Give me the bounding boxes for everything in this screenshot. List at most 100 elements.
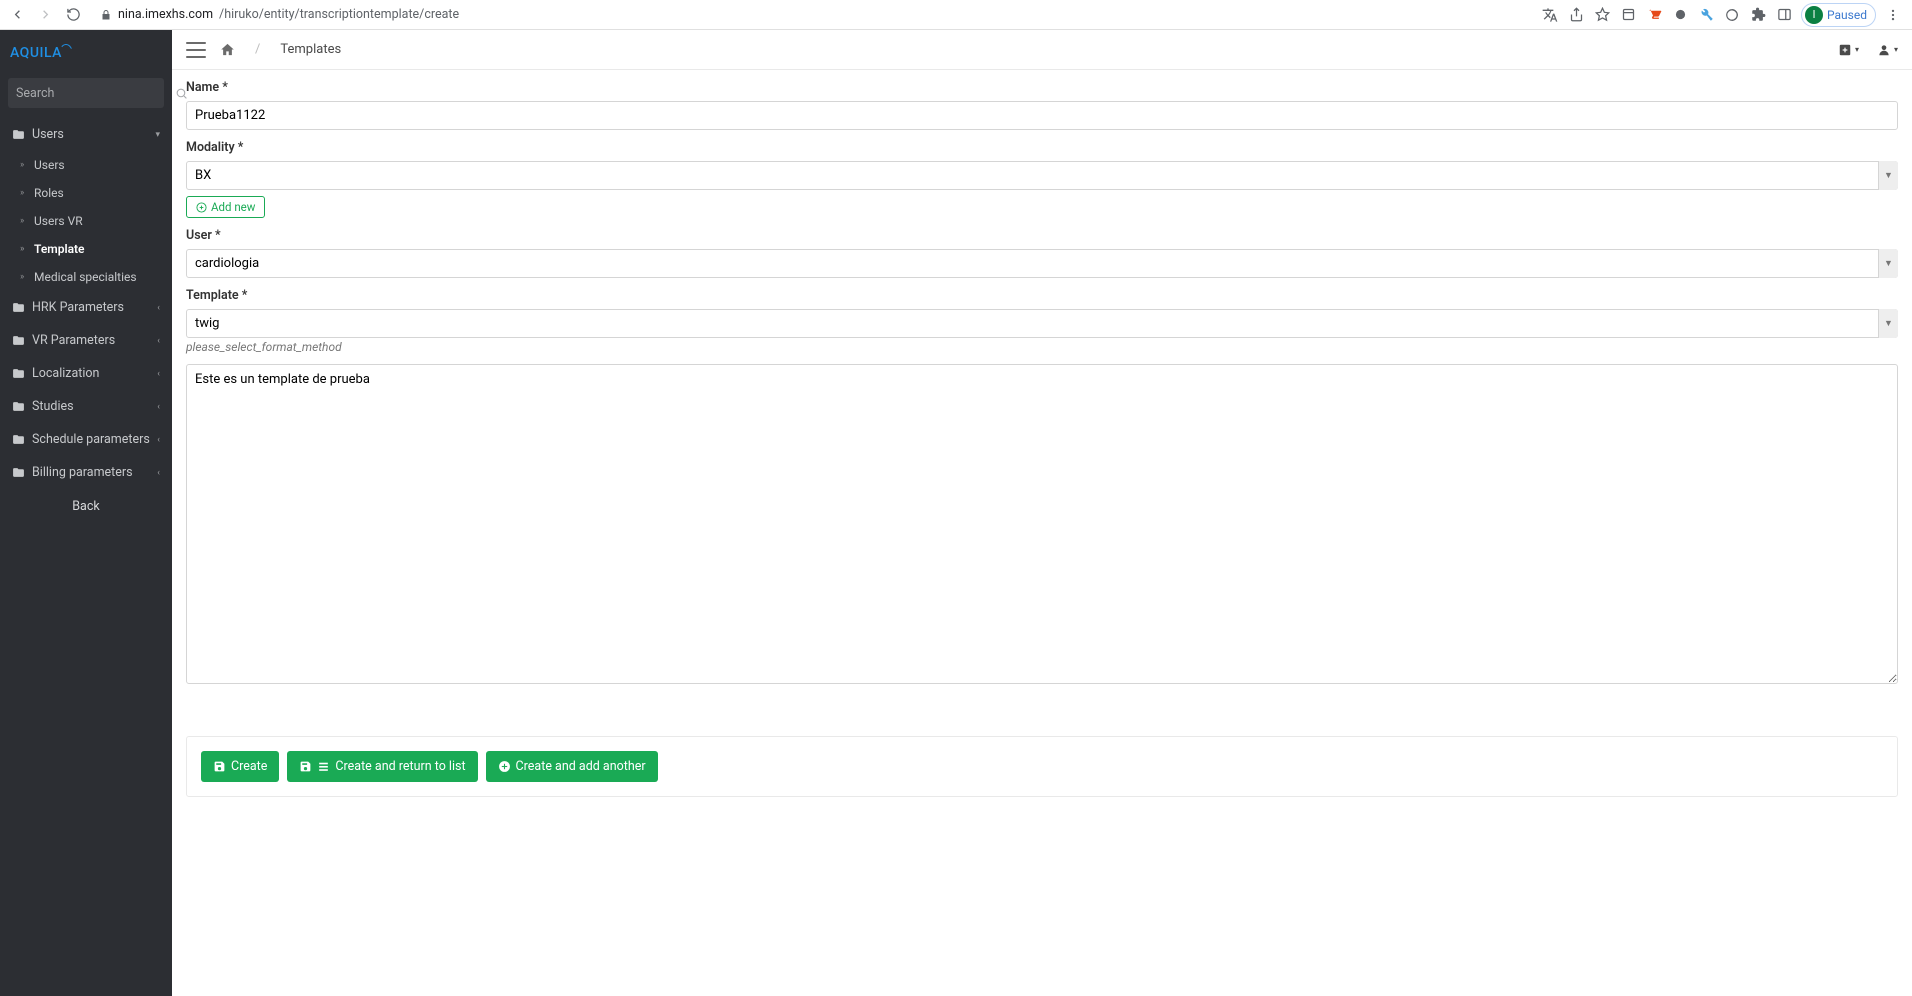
create-button[interactable]: Create bbox=[201, 751, 279, 782]
sidebar-search[interactable] bbox=[8, 78, 164, 108]
hamburger-menu-icon[interactable] bbox=[186, 42, 206, 58]
add-new-button[interactable]: Add new bbox=[186, 196, 265, 218]
folder-icon bbox=[12, 301, 28, 314]
chevron-right-icon: » bbox=[20, 188, 34, 198]
caret-down-icon: ▾ bbox=[1855, 45, 1859, 54]
create-return-button[interactable]: Create and return to list bbox=[287, 751, 477, 782]
nav-label: Localization bbox=[32, 366, 99, 381]
bookmark-star-icon[interactable] bbox=[1593, 6, 1611, 24]
sidebar-item-label: Template bbox=[34, 242, 85, 256]
nav-group-hrk-parameters[interactable]: HRK Parameters ‹ bbox=[0, 291, 172, 324]
sidebar-back-button[interactable]: Back bbox=[0, 489, 172, 524]
caret-down-icon: ▾ bbox=[1894, 45, 1898, 54]
nav-label: Studies bbox=[32, 399, 74, 414]
nav-group-users[interactable]: Users ▾ bbox=[0, 118, 172, 151]
user-select[interactable] bbox=[186, 249, 1898, 278]
folder-icon bbox=[12, 367, 28, 380]
nav-back-icon[interactable] bbox=[6, 4, 28, 26]
nav-label: Schedule parameters bbox=[32, 432, 150, 447]
sidebar-item-label: Users VR bbox=[34, 214, 83, 228]
folder-icon bbox=[12, 128, 28, 141]
address-bar[interactable]: nina.imexhs.com/hiruko/entity/transcript… bbox=[90, 7, 1535, 22]
home-icon[interactable] bbox=[220, 42, 235, 57]
nav-forward-icon[interactable] bbox=[34, 4, 56, 26]
brand-swoosh-icon bbox=[59, 44, 73, 54]
folder-icon bbox=[12, 400, 28, 413]
share-icon[interactable] bbox=[1567, 6, 1585, 24]
modality-select[interactable] bbox=[186, 161, 1898, 190]
ext-circle-icon[interactable] bbox=[1723, 6, 1741, 24]
chevron-right-icon: » bbox=[20, 216, 34, 226]
template-body-textarea[interactable] bbox=[186, 364, 1898, 684]
save-icon bbox=[213, 760, 226, 773]
topbar-user-button[interactable]: ▾ bbox=[1877, 43, 1898, 57]
chevron-down-icon: ▾ bbox=[155, 130, 160, 140]
chevron-right-icon: » bbox=[20, 244, 34, 254]
ext-cart-icon[interactable] bbox=[1645, 6, 1663, 24]
template-label: Template * bbox=[186, 288, 1898, 303]
url-path: /hiruko/entity/transcriptiontemplate/cre… bbox=[219, 7, 459, 22]
nav-group-billing-parameters[interactable]: Billing parameters ‹ bbox=[0, 456, 172, 489]
ext-wrench-icon[interactable] bbox=[1697, 6, 1715, 24]
modality-label: Modality * bbox=[186, 140, 1898, 155]
translate-icon[interactable] bbox=[1541, 6, 1559, 24]
nav-label: VR Parameters bbox=[32, 333, 115, 348]
folder-icon bbox=[12, 466, 28, 479]
name-label: Name * bbox=[186, 80, 1898, 95]
chevron-left-icon: ‹ bbox=[157, 303, 160, 313]
lock-icon bbox=[100, 9, 112, 21]
list-icon bbox=[317, 760, 330, 773]
nav-label: Users bbox=[32, 127, 64, 142]
sidebar-item-template[interactable]: » Template bbox=[0, 235, 172, 263]
main-content: / Templates ▾ ▾ Name * Modality * bbox=[172, 30, 1912, 996]
profile-paused-pill[interactable]: I Paused bbox=[1801, 3, 1876, 27]
panel-toggle-icon[interactable] bbox=[1775, 6, 1793, 24]
chevron-left-icon: ‹ bbox=[157, 435, 160, 445]
sidebar-item-users[interactable]: » Users bbox=[0, 151, 172, 179]
search-input[interactable] bbox=[16, 86, 175, 101]
template-select[interactable] bbox=[186, 309, 1898, 338]
nav-group-studies[interactable]: Studies ‹ bbox=[0, 390, 172, 423]
sidebar-item-roles[interactable]: » Roles bbox=[0, 179, 172, 207]
sidebar-item-label: Medical specialties bbox=[34, 270, 137, 284]
breadcrumb-page[interactable]: Templates bbox=[280, 42, 341, 57]
save-icon bbox=[299, 760, 312, 773]
chevron-right-icon: » bbox=[20, 160, 34, 170]
topbar: / Templates ▾ ▾ bbox=[172, 30, 1912, 70]
browser-toolbar: nina.imexhs.com/hiruko/entity/transcript… bbox=[0, 0, 1912, 30]
chevron-left-icon: ‹ bbox=[157, 369, 160, 379]
ext-reader-icon[interactable] bbox=[1619, 6, 1637, 24]
nav-label: Billing parameters bbox=[32, 465, 133, 480]
profile-avatar: I bbox=[1805, 6, 1823, 24]
template-helper-text: please_select_format_method bbox=[186, 340, 1898, 354]
chevron-left-icon: ‹ bbox=[157, 468, 160, 478]
topbar-add-button[interactable]: ▾ bbox=[1838, 43, 1859, 57]
sidebar-item-label: Roles bbox=[34, 186, 64, 200]
actions-panel: Create Create and return to list Create … bbox=[186, 736, 1898, 797]
user-label: User * bbox=[186, 228, 1898, 243]
brand-logo[interactable]: AQUILA bbox=[0, 30, 172, 70]
plus-circle-icon bbox=[498, 760, 511, 773]
kebab-menu-icon[interactable] bbox=[1884, 6, 1902, 24]
url-domain: nina.imexhs.com bbox=[118, 7, 213, 22]
nav-group-localization[interactable]: Localization ‹ bbox=[0, 357, 172, 390]
add-new-label: Add new bbox=[211, 200, 255, 214]
chevron-left-icon: ‹ bbox=[157, 402, 160, 412]
breadcrumb-separator: / bbox=[249, 42, 266, 57]
nav-reload-icon[interactable] bbox=[62, 4, 84, 26]
nav-group-schedule-parameters[interactable]: Schedule parameters ‹ bbox=[0, 423, 172, 456]
name-input[interactable] bbox=[186, 101, 1898, 130]
chevron-right-icon: » bbox=[20, 272, 34, 282]
ext-dot-icon[interactable] bbox=[1671, 6, 1689, 24]
sidebar-item-users-vr[interactable]: » Users VR bbox=[0, 207, 172, 235]
extensions-puzzle-icon[interactable] bbox=[1749, 6, 1767, 24]
sidebar-item-label: Users bbox=[34, 158, 65, 172]
sidebar-item-medical-specialties[interactable]: » Medical specialties bbox=[0, 263, 172, 291]
create-add-another-button[interactable]: Create and add another bbox=[486, 751, 658, 782]
folder-icon bbox=[12, 334, 28, 347]
plus-circle-icon bbox=[196, 202, 207, 213]
nav-group-vr-parameters[interactable]: VR Parameters ‹ bbox=[0, 324, 172, 357]
nav-label: HRK Parameters bbox=[32, 300, 124, 315]
sidebar: AQUILA Users ▾ » Users » Roles » Us bbox=[0, 30, 172, 996]
paused-label: Paused bbox=[1827, 8, 1867, 22]
